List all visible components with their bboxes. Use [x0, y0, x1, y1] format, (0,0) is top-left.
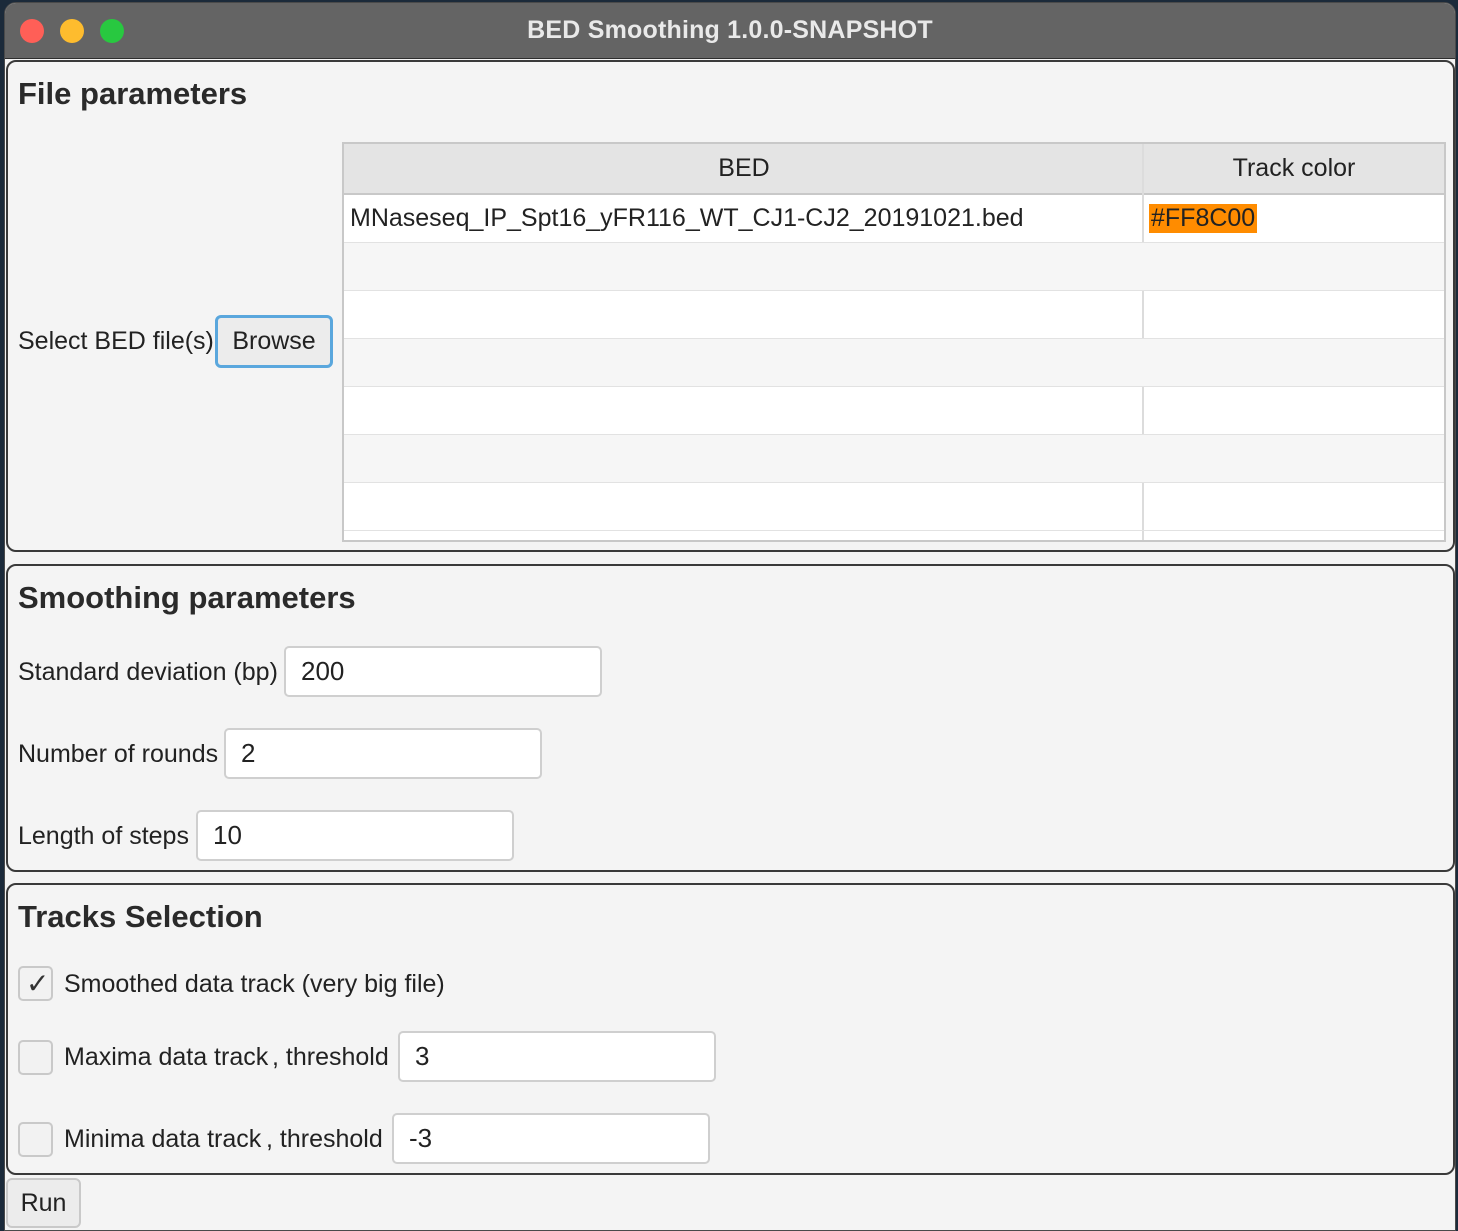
smoothing-parameters-heading: Smoothing parameters: [18, 580, 356, 615]
file-parameters-panel: File parameters Select BED file(s) Brows…: [6, 60, 1455, 552]
tracks-selection-panel: Tracks Selection ✓ Smoothed data track (…: [6, 883, 1455, 1175]
app-window: BED Smoothing 1.0.0-SNAPSHOT File parame…: [4, 2, 1456, 1231]
window-title: BED Smoothing 1.0.0-SNAPSHOT: [527, 16, 933, 44]
steps-input[interactable]: 10: [196, 810, 514, 861]
smoothed-track-checkbox[interactable]: ✓: [18, 966, 53, 1001]
std-dev-input[interactable]: 200: [284, 646, 602, 697]
minima-threshold-input[interactable]: -3: [392, 1113, 710, 1164]
maxima-threshold-input[interactable]: 3: [398, 1031, 716, 1082]
smoothing-parameters-panel: Smoothing parameters Standard deviation …: [6, 564, 1455, 872]
tracks-selection-heading: Tracks Selection: [18, 899, 263, 934]
minima-track-label: Minima data track: [64, 1125, 262, 1153]
column-header-bed[interactable]: BED: [344, 154, 1144, 183]
rounds-label: Number of rounds: [18, 740, 219, 768]
std-dev-label: Standard deviation (bp): [18, 658, 278, 686]
file-parameters-heading: File parameters: [18, 76, 248, 111]
table-row: [344, 339, 1444, 387]
table-row: [344, 243, 1444, 291]
table-header: BED Track color: [344, 144, 1444, 195]
minima-track-checkbox[interactable]: [18, 1122, 53, 1157]
maxima-threshold-label: , threshold: [272, 1043, 389, 1071]
table-row: [344, 387, 1444, 435]
table-row: [344, 435, 1444, 483]
track-color-cell[interactable]: #FF8C00: [1149, 204, 1258, 233]
table-row: [344, 483, 1444, 531]
smoothed-track-label: Smoothed data track (very big file): [64, 970, 445, 998]
column-header-track-color[interactable]: Track color: [1144, 154, 1444, 183]
table-row: [344, 291, 1444, 339]
minima-threshold-label: , threshold: [266, 1125, 383, 1153]
bed-file-cell: MNaseseq_IP_Spt16_yFR116_WT_CJ1-CJ2_2019…: [350, 204, 1024, 232]
browse-button[interactable]: Browse: [215, 315, 333, 368]
title-bar: BED Smoothing 1.0.0-SNAPSHOT: [5, 3, 1455, 59]
checkmark-icon: ✓: [26, 968, 50, 999]
run-button[interactable]: Run: [6, 1178, 81, 1228]
steps-label: Length of steps: [18, 822, 189, 850]
maxima-track-label: Maxima data track: [64, 1043, 269, 1071]
table-row[interactable]: MNaseseq_IP_Spt16_yFR116_WT_CJ1-CJ2_2019…: [344, 195, 1444, 243]
select-bed-label: Select BED file(s): [18, 327, 214, 355]
maxima-track-checkbox[interactable]: [18, 1040, 53, 1075]
rounds-input[interactable]: 2: [224, 728, 542, 779]
bed-files-table[interactable]: BED Track color MNaseseq_IP_Spt16_yFR116…: [342, 142, 1446, 542]
